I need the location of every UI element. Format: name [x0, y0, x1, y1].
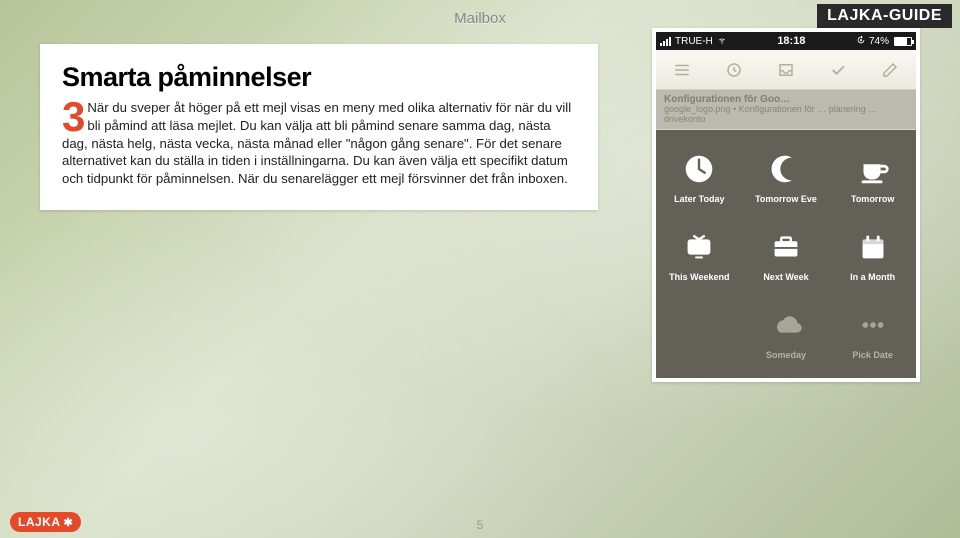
footer-logo: LAJKA ✱: [10, 512, 81, 532]
inbox-nav-icon[interactable]: [775, 59, 797, 81]
clock-nav-icon[interactable]: [723, 59, 745, 81]
clock-label: 18:18: [727, 35, 856, 47]
dots-icon: [854, 306, 892, 344]
snooze-panel: Later Today Tomorrow Eve Tomorrow This W: [656, 130, 916, 378]
snooze-blank: [656, 296, 743, 374]
status-bar: TRUE-H 18:18 74%: [656, 32, 916, 50]
rotation-lock-icon: [856, 35, 866, 48]
wifi-icon: [717, 35, 727, 48]
snooze-pick-date[interactable]: Pick Date: [829, 296, 916, 374]
moon-icon: [767, 150, 805, 188]
email-preview-row: Konfigurationen för Goo… google_logo.png…: [656, 90, 916, 130]
email-subject: Konfigurationen för Goo…: [664, 94, 908, 105]
article-title: Smarta påminnelser: [62, 62, 576, 93]
tv-icon: [680, 228, 718, 266]
article-card: Smarta påminnelser 3 När du sveper åt hö…: [40, 44, 598, 210]
page-header-title: Mailbox: [454, 10, 506, 27]
article-body: 3 När du sveper åt höger på ett mejl vis…: [62, 99, 576, 188]
menu-icon[interactable]: [671, 59, 693, 81]
snooze-next-week[interactable]: Next Week: [743, 218, 830, 296]
cup-icon: [854, 150, 892, 188]
snooze-label: In a Month: [850, 272, 895, 282]
snooze-label: Next Week: [763, 272, 808, 282]
calendar-icon: [854, 228, 892, 266]
snooze-tomorrow-eve[interactable]: Tomorrow Eve: [743, 140, 830, 218]
battery-icon: [894, 37, 912, 46]
email-preview-text: google_logo.png • Konfigurationen för … …: [664, 105, 908, 125]
snooze-tomorrow[interactable]: Tomorrow: [829, 140, 916, 218]
guide-badge: LAJKA-GUIDE: [817, 4, 952, 28]
snooze-label: Tomorrow: [851, 194, 894, 204]
check-nav-icon[interactable]: [827, 59, 849, 81]
briefcase-icon: [767, 228, 805, 266]
snooze-label: Tomorrow Eve: [755, 194, 817, 204]
snooze-label: This Weekend: [669, 272, 729, 282]
compose-nav-icon[interactable]: [879, 59, 901, 81]
clock-icon: [680, 150, 718, 188]
signal-icon: [660, 37, 671, 46]
page-number: 5: [477, 518, 484, 532]
article-body-text: När du sveper åt höger på ett mejl visas…: [62, 100, 571, 186]
snooze-later-today[interactable]: Later Today: [656, 140, 743, 218]
snooze-label: Someday: [766, 350, 806, 360]
carrier-label: TRUE-H: [675, 36, 713, 47]
snooze-label: Pick Date: [852, 350, 893, 360]
snooze-someday[interactable]: Someday: [743, 296, 830, 374]
snooze-in-a-month[interactable]: In a Month: [829, 218, 916, 296]
battery-label: 74%: [869, 36, 889, 47]
mailbox-navbar: [656, 50, 916, 90]
phone-screenshot: TRUE-H 18:18 74%: [652, 28, 920, 382]
snooze-label: Later Today: [674, 194, 724, 204]
logo-text: LAJKA: [18, 515, 61, 529]
cloud-icon: [767, 306, 805, 344]
snooze-this-weekend[interactable]: This Weekend: [656, 218, 743, 296]
step-number: 3: [62, 100, 85, 134]
logo-spark-icon: ✱: [64, 516, 74, 529]
